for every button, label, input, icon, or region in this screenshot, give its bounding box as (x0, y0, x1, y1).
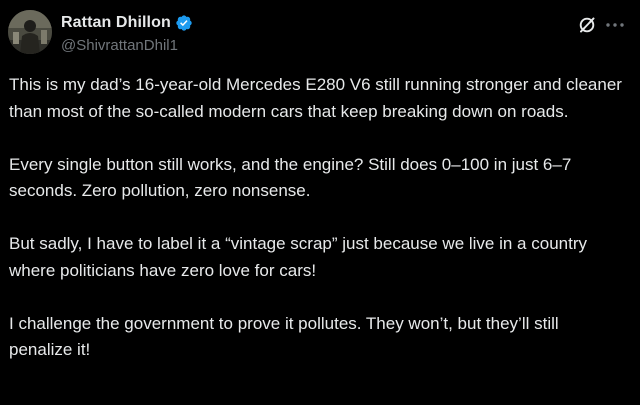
tweet-text: This is my dad’s 16-year-old Mercedes E2… (9, 72, 624, 390)
grok-icon (579, 17, 595, 33)
tweet-paragraph-3: But sadly, I have to label it a “vintage… (9, 234, 587, 280)
tweet-paragraph-1: This is my dad’s 16-year-old Mercedes E2… (9, 75, 622, 121)
tweet-paragraph-2: Every single button still works, and the… (9, 154, 572, 201)
name-row: Rattan Dhillon (61, 12, 193, 34)
avatar[interactable] (8, 10, 52, 54)
author-block: Rattan Dhillon @ShivrattanDhil1 (61, 12, 193, 55)
display-name[interactable]: Rattan Dhillon (61, 14, 171, 32)
verified-badge-icon (175, 14, 193, 32)
tweet-paragraph-4: I challenge the government to prove it p… (9, 313, 559, 360)
more-icon (606, 23, 624, 27)
avatar-image (8, 10, 52, 54)
tweet-card: Rattan Dhillon @ShivrattanDhil1 This is … (0, 0, 640, 405)
more-options-button[interactable] (603, 15, 627, 35)
user-handle[interactable]: @ShivrattanDhil1 (61, 37, 193, 55)
grok-button[interactable] (577, 15, 597, 35)
